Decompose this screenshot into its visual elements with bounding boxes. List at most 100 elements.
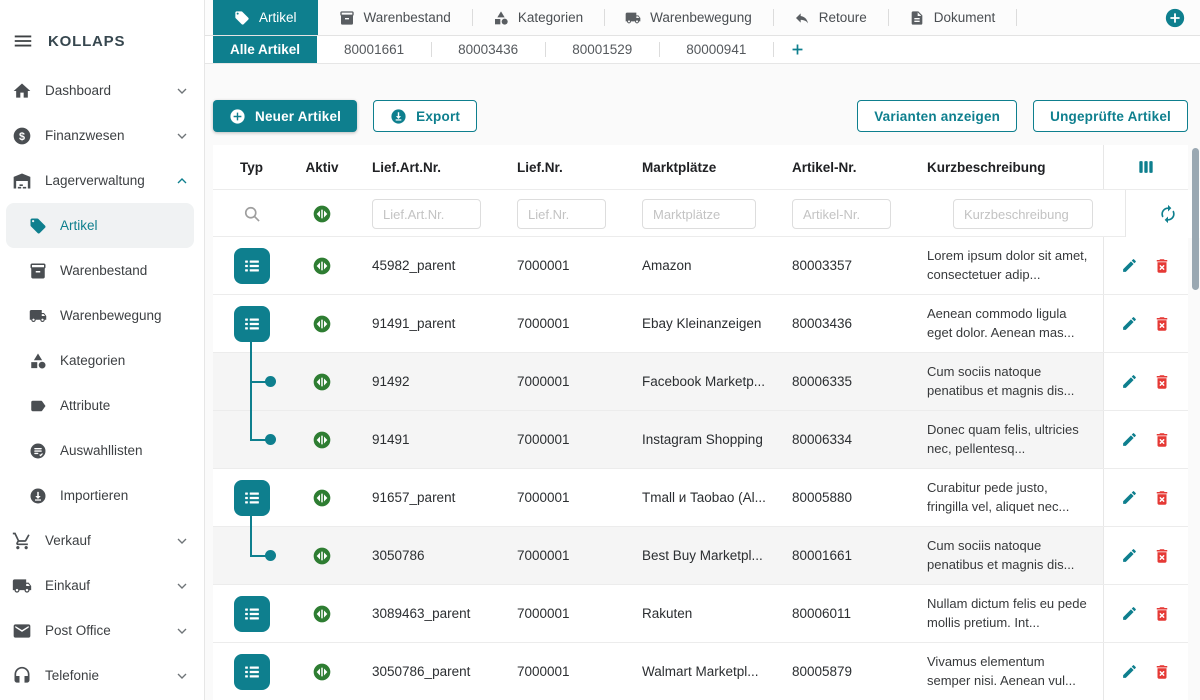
edit-icon[interactable] xyxy=(1121,431,1138,448)
add-tab-icon[interactable] xyxy=(1164,7,1186,29)
parent-article-icon[interactable] xyxy=(234,480,270,516)
parent-article-icon[interactable] xyxy=(234,596,270,632)
aktiv-status-icon[interactable] xyxy=(312,488,332,508)
edit-icon[interactable] xyxy=(1121,257,1138,274)
parent-article-icon[interactable] xyxy=(234,654,270,690)
delete-icon[interactable] xyxy=(1153,489,1171,507)
aktiv-filter-icon[interactable] xyxy=(312,204,332,224)
sidebar-item-label: Importieren xyxy=(60,488,128,503)
filter-artikel-nr-input[interactable] xyxy=(792,199,891,229)
delete-icon[interactable] xyxy=(1153,315,1171,333)
table-row[interactable]: 91492 7000001 Facebook Marketp... 800063… xyxy=(213,353,1188,411)
aktiv-status-icon[interactable] xyxy=(312,430,332,450)
sidebar-item-finanzwesen[interactable]: $ Finanzwesen xyxy=(0,113,204,158)
tab-warenbestand[interactable]: Warenbestand xyxy=(318,0,472,35)
delete-icon[interactable] xyxy=(1153,257,1171,275)
table-row[interactable]: 3050786 7000001 Best Buy Marketpl... 800… xyxy=(213,527,1188,585)
table-row[interactable]: 91491 7000001 Instagram Shopping 8000633… xyxy=(213,411,1188,469)
marktplatz-cell: Ebay Kleinanzeigen xyxy=(624,295,774,352)
edit-icon[interactable] xyxy=(1121,315,1138,332)
edit-icon[interactable] xyxy=(1121,373,1138,390)
tab-artikel[interactable]: Artikel xyxy=(213,0,318,35)
filter-marktplaetze-input[interactable] xyxy=(642,199,756,229)
delete-icon[interactable] xyxy=(1153,373,1171,391)
typ-cell xyxy=(213,237,290,294)
edit-icon[interactable] xyxy=(1121,605,1138,622)
tab-warenbewegung[interactable]: Warenbewegung xyxy=(604,0,773,35)
kurzbeschreibung-cell: Cum sociis natoque penatibus et magnis d… xyxy=(909,353,1103,410)
edit-icon[interactable] xyxy=(1121,489,1138,506)
sidebar-item-verkauf[interactable]: Verkauf xyxy=(0,518,204,563)
export-download-icon xyxy=(390,108,407,125)
sidebar-item-importieren[interactable]: Importieren xyxy=(0,473,204,518)
svg-text:$: $ xyxy=(19,130,25,142)
delete-icon[interactable] xyxy=(1153,663,1171,681)
table-row[interactable]: 91657_parent 7000001 Tmall и Taobao (Al.… xyxy=(213,469,1188,527)
marktplatz-cell: Amazon xyxy=(624,237,774,294)
edit-icon[interactable] xyxy=(1121,663,1138,680)
truck-icon xyxy=(625,10,641,26)
tab-kategorien[interactable]: Kategorien xyxy=(472,0,604,35)
article-tab-80001529[interactable]: 80001529 xyxy=(545,36,659,63)
article-tab-80003436[interactable]: 80003436 xyxy=(431,36,545,63)
typ-cell xyxy=(213,411,290,468)
sidebar-item-warenbewegung[interactable]: Warenbewegung xyxy=(0,293,204,338)
sidebar-item-label: Artikel xyxy=(60,218,98,233)
hamburger-menu-icon[interactable] xyxy=(12,30,34,52)
article-tab-80000941[interactable]: 80000941 xyxy=(659,36,773,63)
table-row[interactable]: 45982_parent 7000001 Amazon 80003357 Lor… xyxy=(213,237,1188,295)
edit-icon[interactable] xyxy=(1121,547,1138,564)
filter-lief-nr-input[interactable] xyxy=(517,199,606,229)
sidebar-item-post-office[interactable]: Post Office xyxy=(0,608,204,653)
lief-art-nr-cell: 3050786_parent xyxy=(354,643,499,700)
add-article-tab-icon[interactable] xyxy=(789,41,806,58)
sidebar-item-telefonie[interactable]: Telefonie xyxy=(0,653,204,698)
parent-article-icon[interactable] xyxy=(234,306,270,342)
aktiv-status-icon[interactable] xyxy=(312,314,332,334)
table-row[interactable]: 3089463_parent 7000001 Rakuten 80006011 … xyxy=(213,585,1188,643)
aktiv-status-icon[interactable] xyxy=(312,604,332,624)
delete-icon[interactable] xyxy=(1153,605,1171,623)
inventory-icon xyxy=(339,10,355,26)
table-row[interactable]: 3050786_parent 7000001 Walmart Marketpl.… xyxy=(213,643,1188,700)
parent-article-icon[interactable] xyxy=(234,248,270,284)
sidebar-item-attribute[interactable]: Attribute xyxy=(0,383,204,428)
aktiv-status-icon[interactable] xyxy=(312,256,332,276)
tab-label: Artikel xyxy=(259,10,297,25)
show-variants-button[interactable]: Varianten anzeigen xyxy=(857,100,1017,132)
sidebar-item-lagerverwaltung[interactable]: Lagerverwaltung xyxy=(0,158,204,203)
delete-icon[interactable] xyxy=(1153,431,1171,449)
column-settings-icon[interactable] xyxy=(1136,157,1156,177)
aktiv-status-icon[interactable] xyxy=(312,372,332,392)
tab-dokument[interactable]: Dokument xyxy=(888,0,1017,35)
sidebar-item-einkauf[interactable]: Einkauf xyxy=(0,563,204,608)
filter-kurzbeschreibung-input[interactable] xyxy=(953,199,1093,229)
refresh-icon[interactable] xyxy=(1158,204,1178,224)
document-icon xyxy=(909,10,925,26)
sidebar-item-dashboard[interactable]: Dashboard xyxy=(0,68,204,113)
lief-nr-cell: 7000001 xyxy=(499,585,624,642)
artikel-nr-cell: 80003436 xyxy=(774,295,909,352)
export-button[interactable]: Export xyxy=(373,100,477,132)
aktiv-status-icon[interactable] xyxy=(312,546,332,566)
marktplatz-cell: Facebook Marketp... xyxy=(624,353,774,410)
filter-lief-art-nr-input[interactable] xyxy=(372,199,481,229)
vertical-scrollbar[interactable] xyxy=(1192,148,1199,290)
article-tab-80001661[interactable]: 80001661 xyxy=(317,36,431,63)
sidebar: KOLLAPS Dashboard $ Finanzwesen Lagerver… xyxy=(0,0,205,700)
tab-retoure[interactable]: Retoure xyxy=(773,0,888,35)
sidebar-item-kategorien[interactable]: Kategorien xyxy=(0,338,204,383)
truck-icon xyxy=(29,307,47,325)
sidebar-item-warenbestand[interactable]: Warenbestand xyxy=(0,248,204,293)
article-tab-alle-artikel[interactable]: Alle Artikel xyxy=(213,36,317,63)
sidebar-item-auswahllisten[interactable]: Auswahllisten xyxy=(0,428,204,473)
aktiv-status-icon[interactable] xyxy=(312,662,332,682)
lief-nr-cell: 7000001 xyxy=(499,411,624,468)
table-row[interactable]: 91491_parent 7000001 Ebay Kleinanzeigen … xyxy=(213,295,1188,353)
sidebar-item-artikel[interactable]: Artikel xyxy=(6,203,194,248)
col-header-kurzbeschreibung: Kurzbeschreibung xyxy=(909,160,1103,175)
unchecked-articles-button[interactable]: Ungeprüfte Artikel xyxy=(1033,100,1188,132)
delete-icon[interactable] xyxy=(1153,547,1171,565)
new-article-button[interactable]: Neuer Artikel xyxy=(213,100,357,132)
sidebar-item-label: Dashboard xyxy=(45,83,111,98)
